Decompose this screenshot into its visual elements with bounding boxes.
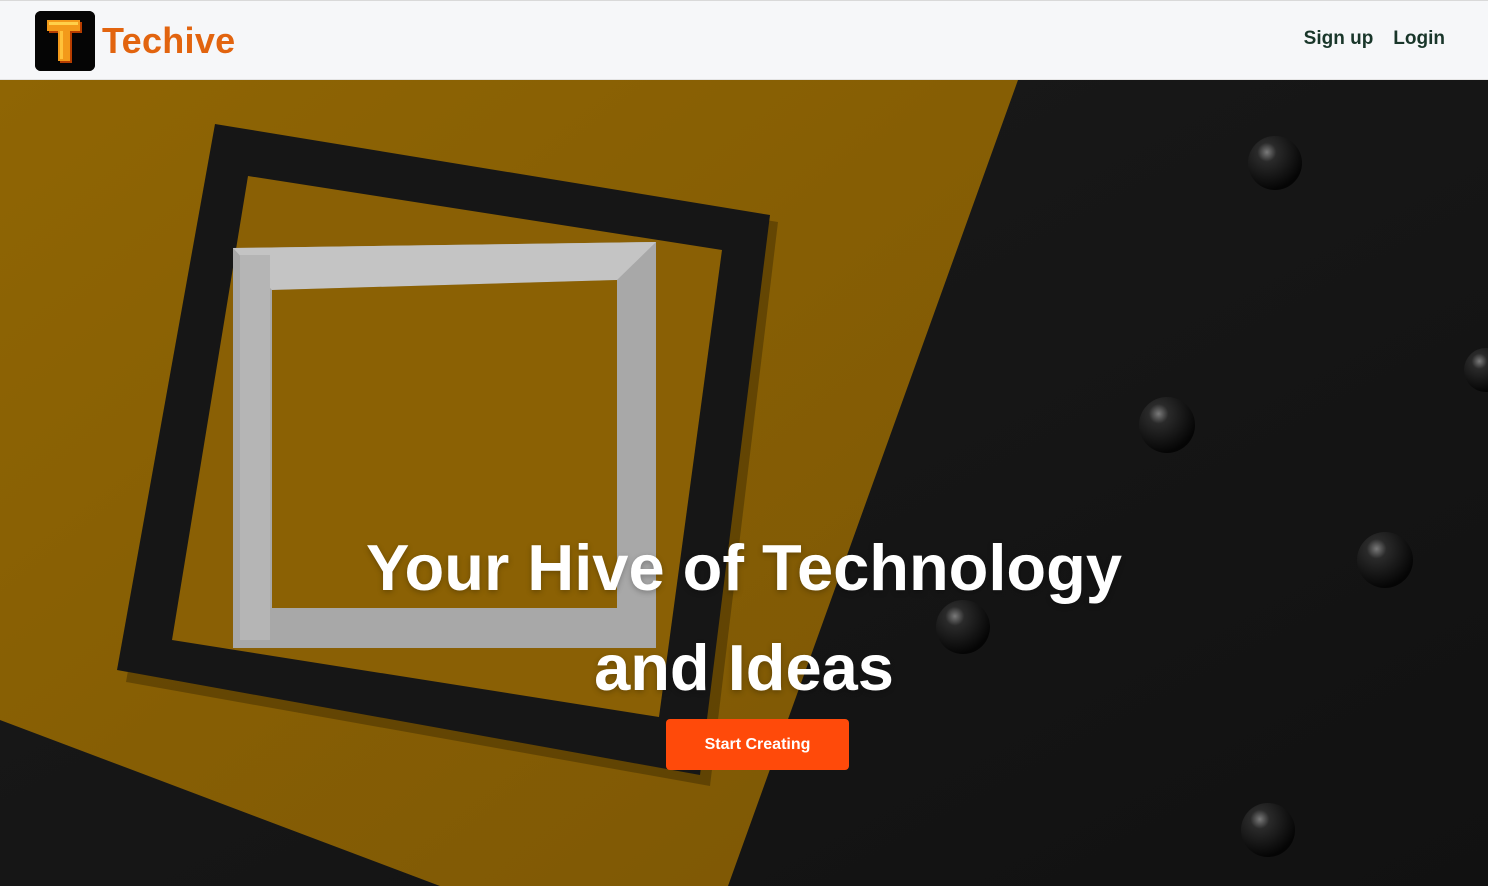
techive-logo-icon (35, 11, 95, 71)
hero-title-line1: Your Hive of Technology (366, 531, 1122, 604)
brand-name: Techive (102, 20, 236, 61)
top-navbar: Techive Sign up Login (0, 0, 1488, 80)
hero-title: Your Hive of Technology and Ideas (0, 518, 1488, 718)
start-creating-button[interactable]: Start Creating (666, 719, 849, 770)
brand-home-link[interactable]: Techive (35, 11, 236, 71)
hero-title-line2: and Ideas (594, 631, 894, 704)
nav-links: Sign up Login (1304, 28, 1445, 50)
hero-section: Your Hive of Technology and Ideas Start … (0, 80, 1488, 886)
login-link[interactable]: Login (1393, 28, 1445, 50)
signup-link[interactable]: Sign up (1304, 28, 1374, 50)
